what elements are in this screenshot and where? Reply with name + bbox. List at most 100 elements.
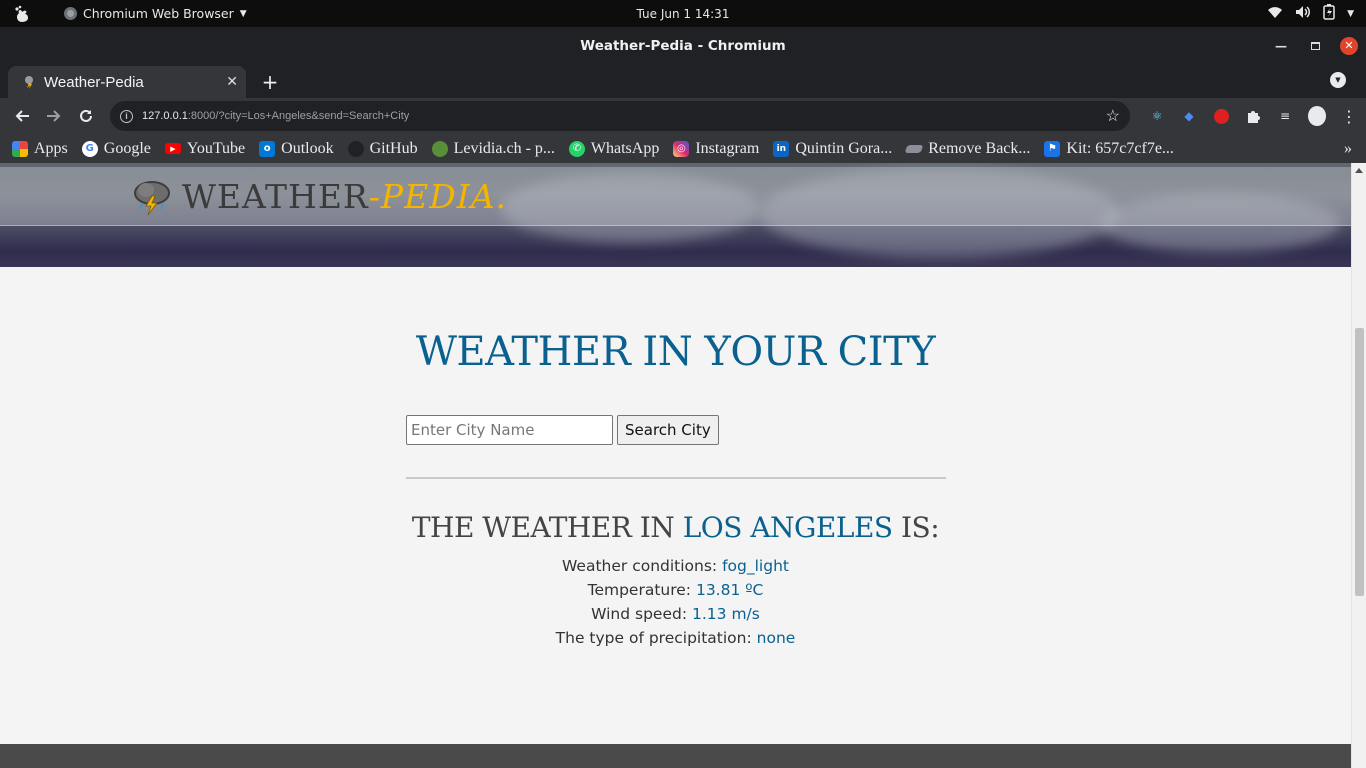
result-city: LOS ANGELES (682, 511, 893, 544)
bookmark-outlook[interactable]: o Outlook (259, 139, 334, 158)
volume-icon (1295, 5, 1311, 22)
apps-grid-icon (12, 140, 28, 157)
url-host: 127.0.0.1 (142, 110, 188, 122)
close-icon: ✕ (1344, 39, 1354, 52)
app-menu-label: Chromium Web Browser (83, 6, 234, 21)
result-suffix: IS: (892, 511, 940, 544)
detail-label: Wind speed: (591, 605, 692, 623)
grad-cap-extension-icon[interactable]: ◆ (1180, 107, 1198, 125)
page-title: WEATHER IN YOUR CITY (415, 329, 936, 375)
bookmark-levidia[interactable]: Levidia.ch - p... (431, 139, 555, 158)
react-devtools-icon[interactable]: ⚛ (1148, 107, 1166, 125)
whatsapp-icon: ✆ (568, 140, 585, 157)
bookmark-google[interactable]: G Google (81, 139, 151, 158)
result-heading: THE WEATHER IN LOS ANGELES IS: (0, 511, 1351, 544)
bookmark-label: Remove Back... (928, 139, 1031, 157)
detail-value: fog_light (722, 557, 789, 575)
bookmark-remove-bg[interactable]: Remove Back... (904, 139, 1031, 158)
bookmark-youtube[interactable]: ▶ YouTube (164, 140, 245, 158)
back-button[interactable] (6, 100, 38, 132)
outlook-icon: o (259, 140, 276, 157)
bookmark-label: Apps (34, 139, 68, 157)
bookmark-label: Instagram (695, 139, 760, 157)
back-arrow-icon (15, 110, 29, 122)
bookmark-linkedin[interactable]: in Quintin Gora... (773, 140, 892, 158)
detail-label: The type of precipitation: (555, 629, 757, 647)
site-header: WEATHER -PEDIA. (0, 167, 1351, 226)
linkedin-icon: in (773, 140, 790, 157)
site-info-icon[interactable]: i (120, 109, 133, 123)
reload-icon (80, 109, 92, 122)
detail-label: Temperature: (587, 581, 696, 599)
app-menu[interactable]: Chromium Web Browser ▼ (64, 6, 247, 21)
bookmark-label: Google (103, 139, 151, 157)
extensions-area: ⚛ ◆ ≡ ⋮ (1148, 98, 1358, 134)
brand-accent: -PEDIA. (368, 176, 508, 216)
address-bar[interactable]: i 127.0.0.1 :8000/?city=Los+Angeles&send… (110, 101, 1130, 131)
minimize-button[interactable]: — (1272, 37, 1290, 55)
city-search-input[interactable] (406, 415, 613, 445)
bookmark-whatsapp[interactable]: ✆ WhatsApp (568, 140, 659, 158)
site-logo[interactable]: WEATHER -PEDIA. (132, 176, 507, 216)
reload-button[interactable] (70, 100, 102, 132)
scroll-up-arrow-icon[interactable] (1355, 168, 1363, 173)
bookmark-instagram[interactable]: ◎ Instagram (673, 140, 759, 158)
github-icon (347, 140, 364, 157)
bookmark-kit[interactable]: ⚑ Kit: 657c7cf7e... (1044, 140, 1174, 158)
bookmark-star-icon[interactable]: ☆ (1106, 106, 1120, 126)
forward-button[interactable] (38, 100, 70, 132)
search-city-button[interactable]: Search City (617, 415, 719, 445)
bookmark-label: Levidia.ch - p... (453, 139, 555, 157)
youtube-icon: ▶ (164, 143, 181, 154)
window-title-bar: Weather-Pedia - Chromium — ✕ (0, 27, 1366, 64)
brand-name: WEATHER (182, 176, 369, 216)
extensions-puzzle-icon[interactable] (1244, 107, 1262, 125)
system-tray[interactable]: ▼ (1267, 0, 1354, 27)
new-tab-button[interactable]: + (260, 70, 280, 94)
media-playlist-icon[interactable]: ≡ (1276, 107, 1294, 125)
vertical-scrollbar[interactable] (1351, 163, 1366, 768)
bookmark-label: Outlook (281, 139, 334, 157)
hero-banner: WEATHER -PEDIA. (0, 163, 1351, 267)
url-path: :8000/?city=Los+Angeles&send=Search+City (187, 110, 410, 122)
more-bookmarks-icon[interactable]: » (1344, 140, 1352, 158)
wifi-icon (1267, 5, 1283, 22)
forward-arrow-icon (47, 110, 61, 122)
tab-weather-pedia[interactable]: Weather-Pedia ✕ (8, 66, 246, 98)
bookmark-apps[interactable]: Apps (12, 140, 68, 158)
caret-down-icon: ▼ (239, 8, 247, 19)
bookmarks-bar: Apps G Google ▶ YouTube o Outlook GitHub… (0, 134, 1366, 163)
caret-down-icon: ▼ (1347, 8, 1354, 19)
detail-label: Weather conditions: (562, 557, 723, 575)
page-viewport: WEATHER -PEDIA. WEATHER IN YOUR CITY Sea… (0, 163, 1366, 768)
maximize-button[interactable] (1306, 37, 1324, 55)
bookmark-github[interactable]: GitHub (347, 139, 418, 158)
instagram-icon: ◎ (673, 140, 690, 157)
detail-row-wind: Wind speed: 1.13 m/s (0, 602, 1351, 626)
scrollbar-thumb[interactable] (1355, 328, 1364, 596)
detail-value: 13.81 ºC (695, 581, 764, 599)
levidia-icon (431, 140, 448, 157)
weather-details: Weather conditions: fog_light Temperatur… (0, 554, 1351, 650)
minimize-icon: — (1275, 38, 1287, 53)
page-footer (0, 744, 1351, 768)
close-tab-icon[interactable]: ✕ (226, 74, 238, 90)
remove-bg-icon (904, 144, 924, 153)
gnome-foot-icon[interactable] (0, 5, 44, 23)
kebab-menu-icon[interactable]: ⋮ (1340, 107, 1358, 126)
adblock-icon[interactable] (1212, 107, 1230, 125)
tab-strip: Weather-Pedia ✕ + ▼ (0, 64, 1366, 98)
google-icon: G (81, 140, 98, 157)
profile-avatar[interactable] (1308, 106, 1326, 126)
detail-row-conditions: Weather conditions: fog_light (0, 554, 1351, 578)
battery-icon (1323, 4, 1335, 23)
detail-value: 1.13 m/s (692, 605, 760, 623)
window-title: Weather-Pedia - Chromium (580, 37, 786, 54)
tab-search-button[interactable]: ▼ (1330, 72, 1346, 88)
close-window-button[interactable]: ✕ (1340, 36, 1358, 55)
maximize-icon (1310, 41, 1320, 50)
bookmark-label: Kit: 657c7cf7e... (1066, 139, 1174, 157)
bookmark-label: GitHub (369, 139, 418, 157)
chromium-icon (64, 7, 77, 20)
storm-cloud-icon (134, 181, 170, 216)
